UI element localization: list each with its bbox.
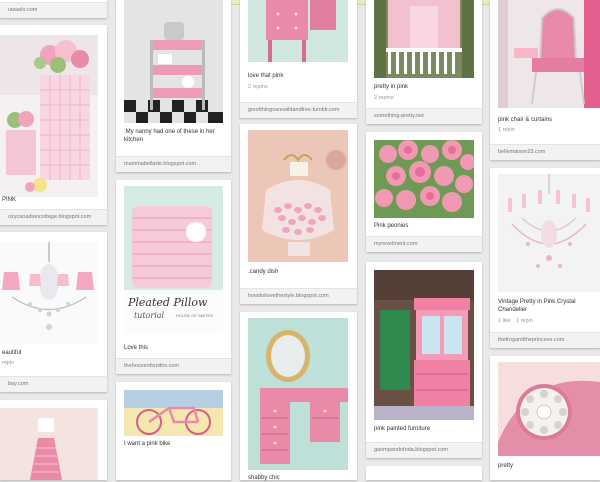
pin-source[interactable]: something-pretty.net [366,108,482,124]
pillow-overlay-brand: HOUSE OF SMITHS [176,313,214,318]
pin-card[interactable]: uwaelo.com [0,0,107,18]
pin-caption: I want a pink bike [124,441,171,447]
pin-source[interactable]: uwaelo.com [0,2,107,18]
pin-caption: eautiful [2,350,22,356]
pin-source[interactable]: bellemaison23.com [490,144,600,160]
pin-card[interactable]: pretty [490,356,600,480]
pin-image[interactable] [248,130,348,262]
pin-card[interactable]: .candy dish howdoilovethestyle.blogspot.… [240,124,357,304]
pin-card[interactable]: PINK ozycanadiancottage.blogspot.com [0,25,107,225]
pin-card[interactable]: :My nanny had one of these in her kitche… [116,0,231,172]
pin-image[interactable] [374,0,474,78]
pin-image[interactable] [248,0,348,62]
pin-source[interactable]: goodthingsarewildandfree.tumblr.com [240,102,357,118]
pin-image[interactable] [0,242,98,344]
pin-image[interactable]: Pleated Pillow tutorial HOUSE OF SMITHS [124,186,223,334]
pin-source[interactable]: thefrogandtheprincess.com [490,332,600,348]
pin-repins: 1 repin [498,127,515,133]
pin-image[interactable] [124,390,223,436]
pin-card[interactable]: Pink peonies myrevelment.com [366,132,482,252]
pin-likes: 1 like [498,318,511,324]
pin-repins: repin [2,360,15,366]
pin-repins: 1 repin [516,318,533,324]
pin-card[interactable] [366,466,482,480]
pin-source[interactable]: myrevelment.com [366,236,482,252]
pin-source[interactable]: garimpandofrida.blogspot.com [366,442,482,458]
pin-image[interactable] [374,140,474,218]
pin-source[interactable]: bay.com [0,376,107,392]
pin-card[interactable]: Pleated Pillow tutorial HOUSE OF SMITHS … [116,180,231,374]
pin-caption: PINK [2,197,17,203]
pin-image[interactable] [124,0,223,123]
pin-card[interactable]: I want a pink bike [116,382,231,480]
pin-card[interactable]: pretty in pink 2 repins something-pretty… [366,0,482,124]
pin-image[interactable] [498,362,600,456]
pin-image[interactable] [498,174,600,292]
pin-card[interactable]: eautiful repin bay.com [0,232,107,392]
pin-image[interactable] [248,318,348,470]
pin-card[interactable]: pink painted furniture garimpandofrida.b… [366,262,482,458]
pin-source[interactable]: thehouseofsmiths.com [116,358,231,374]
pillow-overlay-sub: tutorial [134,311,165,320]
pin-card[interactable]: Vintage Pretty in Pink Crystal Chandelie… [490,168,600,348]
pin-card[interactable]: pink chair & curtains 1 repin bellemaiso… [490,0,600,160]
pin-image[interactable] [0,35,98,197]
pin-card[interactable]: love that pink 2 repins goodthingsarewil… [240,0,357,118]
pillow-overlay-title: Pleated Pillow [128,296,208,309]
pin-caption: pretty in pink [374,84,409,90]
pin-caption: pink chair & curtains [498,117,553,123]
pin-image[interactable] [0,408,98,480]
pin-caption: Vintage Pretty in Pink Crystal Chandelie… [498,299,576,313]
pin-repins: 2 repins [374,95,394,101]
pin-card[interactable] [0,400,107,480]
pin-source[interactable]: mammabellarte.blogspot.com [116,156,231,172]
pin-caption: shabby chic [248,475,280,481]
pin-caption: pretty [498,463,514,469]
pin-source[interactable]: ozycanadiancottage.blogspot.com [0,209,107,225]
pin-caption: :My nanny had one of these in her kitche… [124,129,215,143]
pin-source[interactable]: howdoilovethestyle.blogspot.com [240,288,357,304]
pin-repins: 2 repins [248,84,268,90]
pin-caption: Love this [124,345,149,351]
pin-card[interactable]: shabby chic [240,312,357,481]
pin-caption: Pink peonies [374,223,409,229]
pin-caption: pink painted furniture [374,426,431,432]
pin-image[interactable] [374,270,474,420]
pin-caption: love that pink [248,73,284,79]
pin-caption: .candy dish [248,269,279,275]
pin-image[interactable] [498,0,600,108]
